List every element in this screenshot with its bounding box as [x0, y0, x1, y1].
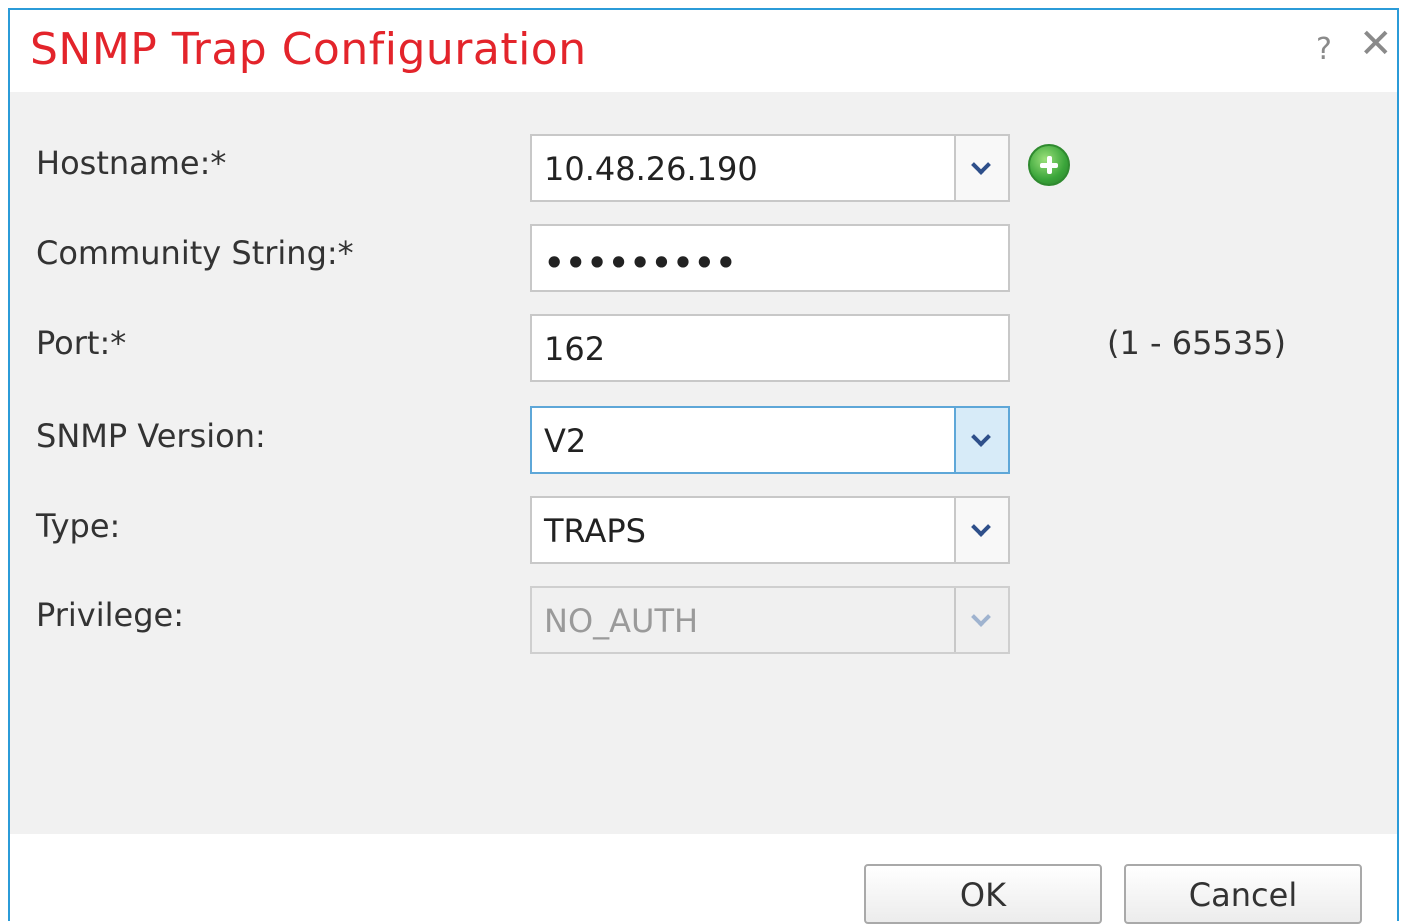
privilege-value: NO_AUTH — [544, 602, 699, 640]
close-icon[interactable]: ✕ — [1359, 24, 1393, 64]
community-string-field[interactable]: ••••••••• — [530, 224, 1010, 292]
dialog-titlebar: SNMP Trap Configuration ? ✕ — [10, 10, 1397, 92]
port-range-hint: (1 - 65535) — [1107, 324, 1287, 362]
privilege-label: Privilege: — [36, 596, 184, 634]
hostname-label: Hostname:* — [36, 144, 227, 182]
snmp-trap-dialog: SNMP Trap Configuration ? ✕ Hostname:* 1… — [8, 8, 1399, 924]
type-select[interactable]: TRAPS — [530, 496, 1010, 564]
snmp-version-label: SNMP Version: — [36, 417, 266, 455]
hostname-combobox[interactable]: 10.48.26.190 — [530, 134, 1010, 202]
community-string-value[interactable]: ••••••••• — [544, 244, 737, 282]
ok-button[interactable]: OK — [864, 864, 1102, 924]
chevron-down-icon[interactable] — [954, 498, 1008, 562]
snmp-version-value[interactable]: V2 — [544, 422, 586, 460]
privilege-select: NO_AUTH — [530, 586, 1010, 654]
dialog-title: SNMP Trap Configuration — [30, 24, 587, 75]
hostname-value[interactable]: 10.48.26.190 — [544, 150, 758, 188]
community-string-label: Community String:* — [36, 234, 354, 272]
port-value[interactable]: 162 — [544, 330, 605, 368]
type-value[interactable]: TRAPS — [544, 512, 646, 550]
chevron-down-icon[interactable] — [954, 136, 1008, 200]
port-field[interactable]: 162 — [530, 314, 1010, 382]
type-label: Type: — [36, 507, 121, 545]
chevron-down-icon — [954, 588, 1008, 652]
help-icon[interactable]: ? — [1316, 32, 1332, 67]
snmp-version-select[interactable]: V2 — [530, 406, 1010, 474]
plus-circle-icon[interactable] — [1028, 144, 1070, 186]
dialog-content: Hostname:* 10.48.26.190 Community String… — [10, 92, 1397, 834]
cancel-button[interactable]: Cancel — [1124, 864, 1362, 924]
dialog-footer: OK Cancel — [10, 834, 1397, 924]
port-label: Port:* — [36, 324, 127, 362]
chevron-down-icon[interactable] — [954, 408, 1008, 472]
